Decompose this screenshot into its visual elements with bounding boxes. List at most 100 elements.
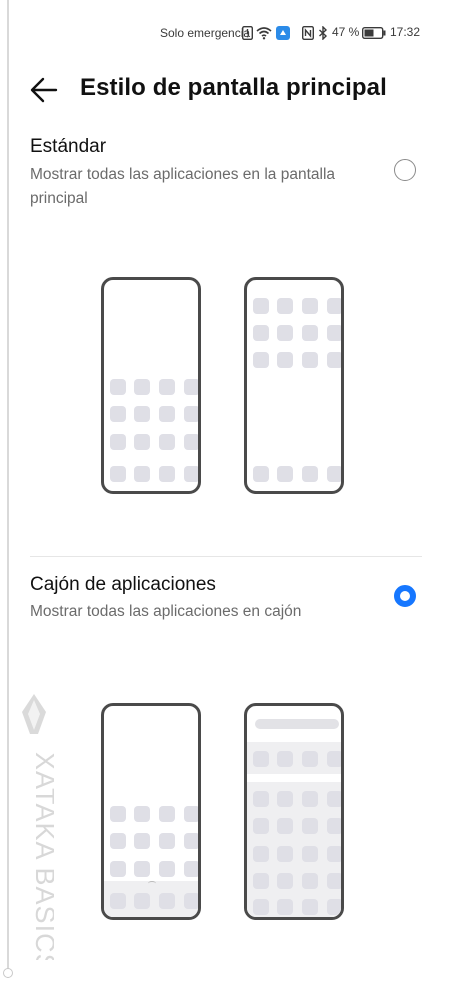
app-icon-placeholder: [327, 298, 341, 314]
app-icon-placeholder: [184, 466, 198, 482]
app-icon-placeholder: [134, 833, 150, 849]
watermark-logo-icon: [22, 694, 46, 734]
app-icon-placeholder: [134, 893, 150, 909]
app-icon-placeholder: [327, 818, 341, 834]
app-icon-placeholder: [302, 466, 318, 482]
app-icon-placeholder: [110, 434, 126, 450]
app-icon-placeholder: [302, 818, 318, 834]
network-status-text: Solo emergencia: [160, 26, 251, 40]
app-icon-placeholder: [184, 434, 198, 450]
app-icon-placeholder: [327, 873, 341, 889]
nfc-icon: [302, 26, 314, 40]
app-icon-placeholder: [159, 406, 175, 422]
app-icon-placeholder: [302, 751, 318, 767]
app-icon-placeholder: [134, 434, 150, 450]
app-icon-placeholder: [277, 846, 293, 862]
option-standard-title: Estándar: [30, 136, 107, 157]
app-icon-placeholder: [134, 466, 150, 482]
app-icon-placeholder: [253, 466, 269, 482]
app-icon-placeholder: [302, 298, 318, 314]
option-app-drawer-title: Cajón de aplicaciones: [30, 574, 216, 595]
section-divider: [30, 556, 422, 557]
page-title: Estilo de pantalla principal: [80, 74, 387, 101]
option-standard-description: Mostrar todas las aplicaciones en la pan…: [30, 166, 336, 207]
app-icon-placeholder: [184, 806, 198, 822]
app-icon-placeholder: [277, 325, 293, 341]
app-icon-placeholder: [253, 325, 269, 341]
app-icon-placeholder: [327, 846, 341, 862]
app-icon-placeholder: [327, 352, 341, 368]
battery-icon: [362, 27, 386, 39]
app-icon-placeholder: [253, 298, 269, 314]
app-icon-placeholder: [302, 899, 318, 915]
alert-icon: [242, 26, 253, 40]
wifi-icon: [256, 27, 272, 40]
app-icon-placeholder: [277, 873, 293, 889]
app-icon-placeholder: [253, 818, 269, 834]
left-edge-rule: [7, 0, 9, 978]
app-icon-placeholder: [184, 406, 198, 422]
app-icon-placeholder: [253, 791, 269, 807]
app-icon-placeholder: [277, 791, 293, 807]
option-app-drawer-description: Mostrar todas las aplicaciones en cajón: [30, 603, 302, 620]
app-icon-placeholder: [184, 861, 198, 877]
app-icon-placeholder: [253, 873, 269, 889]
app-icon-placeholder: [327, 325, 341, 341]
search-bar-placeholder: [255, 719, 339, 729]
app-icon-placeholder: [134, 861, 150, 877]
app-icon-placeholder: [159, 833, 175, 849]
app-icon-placeholder: [327, 751, 341, 767]
app-icon-placeholder: [277, 751, 293, 767]
standard-preview-second-screen: [244, 277, 344, 494]
app-icon-placeholder: [110, 466, 126, 482]
app-icon-placeholder: [134, 379, 150, 395]
app-icon-placeholder: [184, 379, 198, 395]
app-icon-placeholder: [327, 899, 341, 915]
app-icon-placeholder: [110, 379, 126, 395]
app-icon-placeholder: [302, 846, 318, 862]
clock: 17:32: [390, 25, 421, 39]
app-icon-placeholder: [253, 751, 269, 767]
app-icon-placeholder: [327, 466, 341, 482]
app-icon-placeholder: [184, 893, 198, 909]
app-icon-placeholder: [277, 352, 293, 368]
drawer-preview-home-screen: [101, 703, 201, 920]
app-icon-placeholder: [159, 434, 175, 450]
arrow-left-icon: [30, 77, 58, 103]
app-icon-placeholder: [253, 352, 269, 368]
option-app-drawer-radio[interactable]: [394, 585, 416, 607]
app-icon-placeholder: [110, 833, 126, 849]
left-edge-dot: [3, 968, 13, 978]
option-standard-radio[interactable]: [394, 159, 416, 181]
app-icon-placeholder: [253, 846, 269, 862]
app-icon-placeholder: [277, 899, 293, 915]
app-icon-placeholder: [159, 379, 175, 395]
chevron-up-icon: [148, 881, 156, 886]
app-icon-placeholder: [277, 818, 293, 834]
watermark: XATAKA BASICS: [14, 690, 60, 973]
app-icon-placeholder: [159, 806, 175, 822]
app-icon-placeholder: [110, 861, 126, 877]
app-notification-icon: [276, 26, 290, 40]
app-icon-placeholder: [302, 325, 318, 341]
app-icon-placeholder: [184, 833, 198, 849]
app-icon-placeholder: [302, 791, 318, 807]
app-icon-placeholder: [110, 893, 126, 909]
app-icon-placeholder: [327, 791, 341, 807]
app-icon-placeholder: [159, 893, 175, 909]
app-icon-placeholder: [134, 406, 150, 422]
app-icon-placeholder: [277, 466, 293, 482]
app-icon-placeholder: [159, 466, 175, 482]
app-icon-placeholder: [302, 873, 318, 889]
app-icon-placeholder: [253, 899, 269, 915]
app-icon-placeholder: [277, 298, 293, 314]
standard-preview-home-screen: [101, 277, 201, 494]
app-icon-placeholder: [110, 806, 126, 822]
bluetooth-icon: [319, 26, 328, 40]
battery-percent: 47 %: [332, 25, 360, 39]
app-icon-placeholder: [110, 406, 126, 422]
drawer-preview-app-drawer: [244, 703, 344, 920]
watermark-text: XATAKA BASICS: [30, 752, 54, 960]
app-icon-placeholder: [134, 806, 150, 822]
back-button[interactable]: [28, 72, 64, 108]
